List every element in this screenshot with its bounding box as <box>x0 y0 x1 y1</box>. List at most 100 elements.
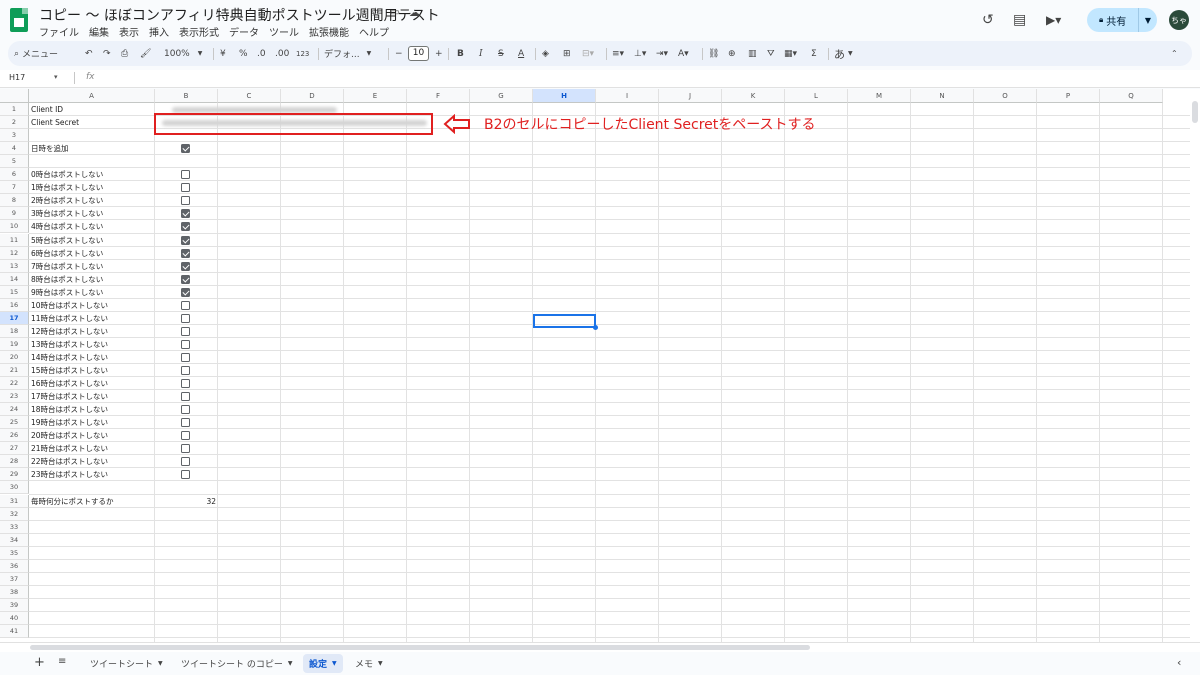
checkbox-checked[interactable] <box>181 235 190 245</box>
checkbox-unchecked[interactable] <box>181 392 190 402</box>
menu-item[interactable]: 編集 <box>89 24 109 39</box>
insert-link-icon[interactable]: ⛓︎ <box>708 45 719 62</box>
checkbox-unchecked[interactable] <box>181 457 190 467</box>
row-header[interactable]: 21 <box>0 364 29 377</box>
column-header[interactable]: N <box>911 89 974 103</box>
increase-font-size-button[interactable]: + <box>435 45 443 62</box>
cell-label[interactable]: 日時を追加 <box>31 142 69 155</box>
column-header[interactable]: I <box>596 89 659 103</box>
cell-label[interactable]: 17時台はポストしない <box>31 390 108 403</box>
sheets-logo-icon[interactable] <box>10 8 28 32</box>
row-header[interactable]: 33 <box>0 520 29 534</box>
row-header[interactable]: 3 <box>0 129 29 143</box>
checkbox-unchecked[interactable] <box>181 418 190 428</box>
cell-label[interactable]: 2時台はポストしない <box>31 194 103 207</box>
meet-icon[interactable]: ▶▾ <box>1046 13 1061 27</box>
cell-label[interactable]: 8時台はポストしない <box>31 273 103 286</box>
chevron-down-icon[interactable]: ▾ <box>54 73 58 81</box>
vertical-align-icon[interactable]: ⊥▾ <box>634 45 646 62</box>
column-header[interactable]: P <box>1037 89 1100 103</box>
row-header[interactable]: 10 <box>0 220 29 234</box>
row-header[interactable]: 39 <box>0 598 29 612</box>
row-header[interactable]: 31 <box>0 494 29 508</box>
collapse-side-panel-icon[interactable]: ‹ <box>1177 656 1181 669</box>
checkbox-unchecked[interactable] <box>181 170 190 180</box>
selected-cell-h17[interactable] <box>533 314 598 330</box>
column-header[interactable]: B <box>155 89 218 103</box>
star-icon[interactable]: ☆ <box>370 5 381 19</box>
all-sheets-icon[interactable]: ≡ <box>58 656 66 667</box>
checkbox-checked[interactable] <box>181 274 190 284</box>
checkbox-unchecked[interactable] <box>181 431 190 441</box>
row-header[interactable]: 24 <box>0 403 29 417</box>
row-header[interactable]: 9 <box>0 207 29 221</box>
cell-label[interactable]: 毎時何分にポストするか <box>31 495 114 508</box>
add-sheet-icon[interactable]: + <box>34 655 45 670</box>
chevron-down-icon[interactable]: ▼ <box>288 660 293 667</box>
cell-label[interactable]: 14時台はポストしない <box>31 351 108 364</box>
column-header[interactable]: C <box>218 89 281 103</box>
column-header[interactable]: E <box>344 89 407 103</box>
cell-label[interactable]: 0時台はポストしない <box>31 168 103 181</box>
vertical-scroll-thumb[interactable] <box>1192 101 1198 123</box>
cell-label[interactable]: 18時台はポストしない <box>31 403 108 416</box>
row-header[interactable]: 15 <box>0 285 29 299</box>
version-history-icon[interactable]: ↺ <box>982 12 994 28</box>
column-header[interactable]: L <box>785 89 848 103</box>
row-header[interactable]: 27 <box>0 442 29 456</box>
cell-label[interactable]: 4時台はポストしない <box>31 220 103 233</box>
row-header[interactable]: 18 <box>0 324 29 338</box>
italic-button[interactable]: I <box>479 45 483 62</box>
cell-label[interactable]: 23時台はポストしない <box>31 468 108 481</box>
cell-label[interactable]: Client Secret <box>31 116 79 129</box>
horizontal-align-icon[interactable]: ≡▾ <box>612 45 624 62</box>
bold-button[interactable]: B <box>457 45 464 62</box>
checkbox-unchecked[interactable] <box>181 470 190 480</box>
cell-label[interactable]: 20時台はポストしない <box>31 429 108 442</box>
row-header[interactable]: 7 <box>0 181 29 195</box>
row-header[interactable]: 6 <box>0 168 29 182</box>
column-header[interactable]: Q <box>1100 89 1163 103</box>
row-header[interactable]: 26 <box>0 429 29 443</box>
row-header[interactable]: 35 <box>0 546 29 560</box>
checkbox-unchecked[interactable] <box>181 313 190 323</box>
row-header[interactable]: 34 <box>0 533 29 547</box>
column-header[interactable]: O <box>974 89 1037 103</box>
cell-label[interactable]: 21時台はポストしない <box>31 442 108 455</box>
row-header[interactable]: 5 <box>0 155 29 169</box>
merge-cells-icon[interactable]: ⊟▾ <box>582 45 594 62</box>
cell-label[interactable]: 3時台はポストしない <box>31 207 103 220</box>
menu-item[interactable]: 表示形式 <box>179 24 219 39</box>
checkbox-unchecked[interactable] <box>181 352 190 362</box>
column-header[interactable]: D <box>281 89 344 103</box>
row-header[interactable]: 36 <box>0 559 29 573</box>
text-rotation-icon[interactable]: A▾ <box>678 45 689 62</box>
cell-label[interactable]: 11時台はポストしない <box>31 312 108 325</box>
checkbox-unchecked[interactable] <box>181 444 190 454</box>
row-header[interactable]: 12 <box>0 246 29 260</box>
undo-icon[interactable]: ↶ <box>85 45 93 62</box>
cell-label[interactable]: 12時台はポストしない <box>31 325 108 338</box>
share-dropdown-icon[interactable]: ▼ <box>1139 16 1157 25</box>
cell-label[interactable]: 7時台はポストしない <box>31 260 103 273</box>
checkbox-checked[interactable] <box>181 287 190 297</box>
menu-item[interactable]: 挿入 <box>149 24 169 39</box>
cell-label[interactable]: 16時台はポストしない <box>31 377 108 390</box>
column-header[interactable]: H <box>533 89 596 103</box>
move-folder-icon[interactable]: ▭ <box>390 7 399 18</box>
cell-number[interactable]: 32 <box>155 495 216 508</box>
row-header[interactable]: 20 <box>0 350 29 364</box>
chevron-down-icon[interactable]: ▼ <box>332 660 337 667</box>
row-header[interactable]: 19 <box>0 337 29 351</box>
cell-label[interactable]: 13時台はポストしない <box>31 338 108 351</box>
name-box[interactable]: H17 <box>9 73 25 82</box>
cell-label[interactable]: 22時台はポストしない <box>31 455 108 468</box>
vertical-scrollbar[interactable] <box>1190 89 1200 642</box>
currency-button[interactable]: ¥ <box>220 45 226 62</box>
row-header[interactable]: 17 <box>0 311 29 325</box>
row-header[interactable]: 30 <box>0 481 29 495</box>
text-color-icon[interactable]: A <box>518 45 524 62</box>
increase-decimal-button[interactable]: .00 <box>275 45 289 62</box>
row-header[interactable]: 2 <box>0 116 29 130</box>
column-header[interactable]: F <box>407 89 470 103</box>
